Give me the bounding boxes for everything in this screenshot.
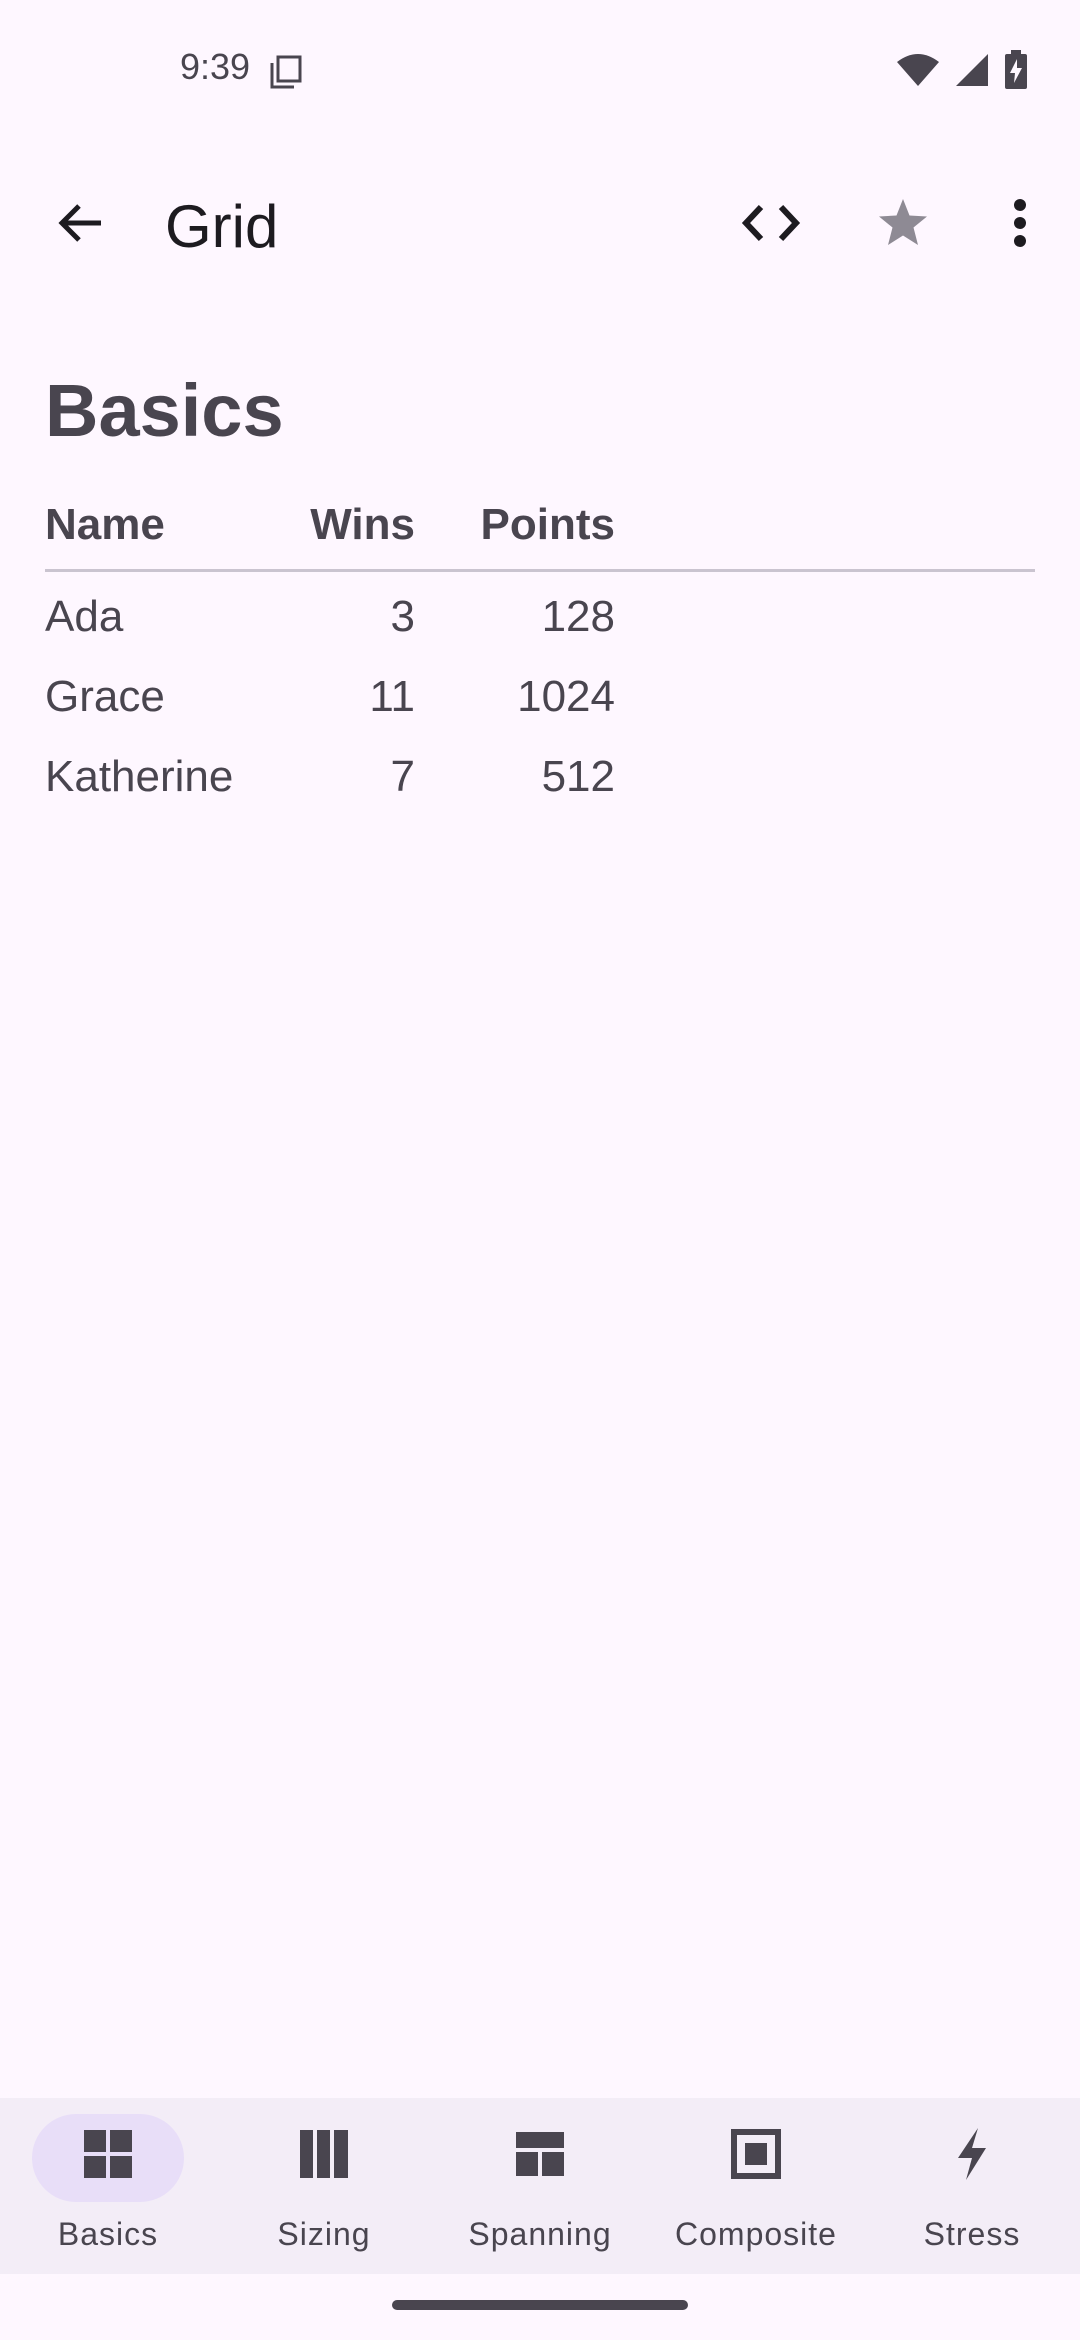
- cell-points: 512: [541, 752, 615, 801]
- table-body: Ada 3 128 Grace 11 1024 Katherine 7 512: [45, 572, 1035, 818]
- view-code-button[interactable]: [731, 185, 811, 265]
- more-options-button[interactable]: [980, 185, 1060, 265]
- cell-name: Ada: [45, 592, 124, 641]
- header-name: Name: [45, 500, 165, 549]
- spanning-icon: [512, 2126, 568, 2182]
- more-vert-icon: [1012, 198, 1028, 252]
- table-row: Katherine 7 512: [45, 738, 1035, 818]
- back-button[interactable]: [40, 185, 120, 265]
- nav-item-stress[interactable]: Stress: [864, 2098, 1080, 2274]
- bottom-navigation-bar: Basics Sizing Spanning Composite Stress: [0, 2098, 1080, 2274]
- cell-points: 128: [541, 592, 615, 641]
- table-row: Grace 11 1024: [45, 658, 1035, 738]
- section-title: Basics: [45, 369, 284, 452]
- composite-icon: [728, 2126, 784, 2182]
- nav-label: Composite: [675, 2216, 837, 2252]
- grid-table: Name Wins Points Ada 3 128 Grace 11 1024…: [45, 490, 1035, 818]
- cell-wins: 3: [390, 592, 415, 641]
- screenshot-notification-icon: [268, 54, 304, 90]
- nav-item-sizing[interactable]: Sizing: [216, 2098, 432, 2274]
- cell-wins: 11: [369, 672, 415, 721]
- nav-label: Stress: [923, 2216, 1021, 2252]
- nav-item-composite[interactable]: Composite: [648, 2098, 864, 2274]
- cell-wins: 7: [390, 752, 415, 801]
- star-icon: [876, 196, 930, 255]
- cell-name: Katherine: [45, 752, 234, 801]
- nav-label: Spanning: [468, 2216, 612, 2252]
- nav-item-spanning[interactable]: Spanning: [432, 2098, 648, 2274]
- cell-points: 1024: [517, 672, 615, 721]
- status-icons: [896, 50, 1028, 95]
- app-bar-title: Grid: [165, 193, 279, 260]
- cell-name: Grace: [45, 672, 165, 721]
- nav-label: Sizing: [277, 2216, 371, 2252]
- battery-charging-icon: [1004, 50, 1028, 95]
- nav-item-basics[interactable]: Basics: [0, 2098, 216, 2274]
- columns-icon: [296, 2126, 352, 2182]
- status-time: 9:39: [180, 46, 251, 87]
- nav-label: Basics: [57, 2216, 159, 2252]
- cellular-signal-icon: [954, 52, 990, 93]
- bolt-icon: [944, 2126, 1000, 2182]
- gesture-navigation-handle[interactable]: [392, 2300, 688, 2310]
- arrow-back-icon: [55, 198, 105, 253]
- header-points: Points: [480, 500, 615, 549]
- header-wins: Wins: [310, 500, 415, 549]
- grid-icon: [80, 2126, 136, 2182]
- favorite-button[interactable]: [863, 185, 943, 265]
- code-icon: [741, 201, 801, 250]
- table-row: Ada 3 128: [45, 578, 1035, 658]
- top-app-bar: Grid: [0, 170, 1080, 280]
- screen: 9:39 Grid Basics Name Wins Points Ada 3 …: [0, 0, 1080, 2340]
- table-header-row: Name Wins Points: [45, 490, 1035, 572]
- wifi-icon: [896, 52, 940, 93]
- status-bar: 9:39: [0, 0, 1080, 140]
